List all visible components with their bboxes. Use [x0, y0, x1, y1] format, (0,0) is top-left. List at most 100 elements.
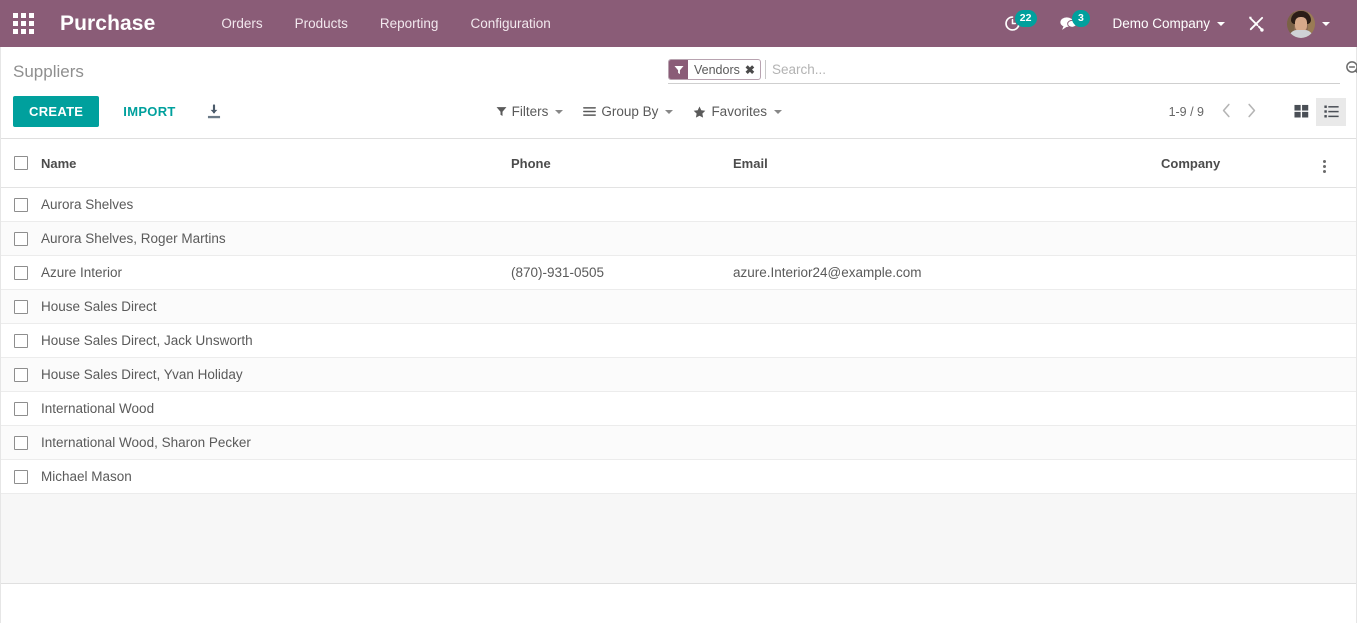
cell-name: International Wood, Sharon Pecker — [41, 425, 511, 460]
cell-company — [1161, 425, 1321, 460]
page-title: Suppliers — [13, 62, 84, 81]
main-menu: Orders Products Reporting Configuration — [205, 2, 566, 45]
search-facet-vendors[interactable]: Vendors ✖ — [668, 59, 761, 80]
filters-dropdown[interactable]: Filters — [486, 100, 574, 123]
pager-previous-button[interactable] — [1214, 101, 1239, 123]
cell-email — [733, 459, 1161, 494]
row-select-cell — [1, 323, 41, 358]
menu-item-orders[interactable]: Orders — [205, 2, 278, 45]
row-optional-cell — [1321, 221, 1356, 256]
column-header-email[interactable]: Email — [733, 139, 1161, 188]
row-select-checkbox[interactable] — [14, 435, 28, 450]
list-empty-area — [1, 494, 1356, 584]
top-navbar: Purchase Orders Products Reporting Confi… — [0, 0, 1357, 47]
list-view: Name Phone Email Company Aurora Shelves A… — [1, 139, 1356, 584]
cell-phone — [511, 391, 733, 426]
pager-range: 1-9 / 9 — [1168, 104, 1204, 119]
row-select-checkbox[interactable] — [14, 469, 28, 484]
cell-phone — [511, 357, 733, 392]
row-select-checkbox[interactable] — [14, 367, 28, 382]
cell-phone — [511, 425, 733, 460]
cell-name: Aurora Shelves, Roger Martins — [41, 221, 511, 256]
search-input[interactable] — [764, 60, 1340, 79]
row-select-checkbox[interactable] — [14, 299, 28, 314]
star-icon — [693, 106, 706, 118]
main-content: Suppliers Vendors ✖ Search... CREATE IMP… — [0, 47, 1357, 623]
cell-name: House Sales Direct — [41, 289, 511, 324]
cell-company — [1161, 459, 1321, 494]
cell-phone — [511, 221, 733, 256]
download-icon[interactable] — [202, 100, 226, 124]
suppliers-table: Name Phone Email Company Aurora Shelves A… — [1, 139, 1356, 494]
table-row[interactable]: House Sales Direct, Yvan Holiday — [1, 357, 1356, 392]
row-select-checkbox[interactable] — [14, 333, 28, 348]
favorites-label: Favorites — [711, 104, 767, 119]
row-select-checkbox[interactable] — [14, 401, 28, 416]
optional-columns-toggle[interactable] — [1321, 139, 1356, 188]
table-row[interactable]: International Wood — [1, 391, 1356, 426]
column-header-company[interactable]: Company — [1161, 139, 1321, 188]
groupby-label: Group By — [601, 104, 659, 119]
chevron-down-icon — [555, 109, 564, 114]
filter-funnel-icon — [669, 60, 688, 79]
page-bottom-divider — [1, 583, 1356, 584]
app-brand-title[interactable]: Purchase — [46, 12, 161, 36]
company-switcher[interactable]: Demo Company — [1101, 0, 1236, 47]
table-row[interactable]: House Sales Direct, Jack Unsworth — [1, 323, 1356, 358]
table-body: Aurora Shelves Aurora Shelves, Roger Mart… — [1, 187, 1356, 494]
messages-menu[interactable]: 3 — [1048, 0, 1101, 47]
favorites-dropdown[interactable]: Favorites — [683, 100, 792, 123]
cell-company — [1161, 357, 1321, 392]
cell-name: House Sales Direct, Jack Unsworth — [41, 323, 511, 358]
chevron-down-icon — [1217, 21, 1225, 26]
column-header-phone[interactable]: Phone — [511, 139, 733, 188]
row-select-checkbox[interactable] — [14, 197, 28, 212]
menu-item-configuration[interactable]: Configuration — [454, 2, 566, 45]
create-button[interactable]: CREATE — [13, 96, 100, 127]
apps-menu-button[interactable] — [0, 0, 46, 47]
filters-label: Filters — [511, 104, 549, 119]
cell-name: Michael Mason — [41, 459, 511, 494]
chevron-down-icon — [773, 109, 782, 114]
cell-company — [1161, 323, 1321, 358]
menu-item-products[interactable]: Products — [279, 2, 364, 45]
table-row[interactable]: Michael Mason — [1, 459, 1356, 494]
cell-name: Azure Interior — [41, 255, 511, 290]
systray: 22 3 Demo Company — [993, 0, 1347, 47]
table-header-row: Name Phone Email Company — [1, 139, 1356, 188]
row-select-checkbox[interactable] — [14, 231, 28, 246]
column-header-name[interactable]: Name — [41, 139, 511, 188]
table-row[interactable]: International Wood, Sharon Pecker — [1, 425, 1356, 460]
debug-menu[interactable] — [1236, 0, 1276, 47]
table-row[interactable]: House Sales Direct — [1, 289, 1356, 324]
cell-company — [1161, 289, 1321, 324]
user-menu[interactable] — [1276, 0, 1341, 47]
row-select-cell — [1, 255, 41, 290]
list-view-icon[interactable] — [1316, 97, 1346, 126]
groupby-dropdown[interactable]: Group By — [573, 100, 683, 123]
close-x-icon[interactable]: ✖ — [744, 60, 760, 79]
search-icon[interactable] — [1345, 60, 1357, 81]
table-row[interactable]: Azure Interior (870)-931-0505 azure.Interi… — [1, 255, 1356, 290]
cell-email: azure.Interior24@example.com — [733, 255, 1161, 290]
chevron-down-icon — [665, 109, 674, 114]
table-header: Name Phone Email Company — [1, 139, 1356, 188]
select-all-checkbox[interactable] — [14, 156, 28, 170]
row-select-checkbox[interactable] — [14, 265, 28, 280]
cell-name: International Wood — [41, 391, 511, 426]
pager-next-button[interactable] — [1239, 101, 1264, 123]
search-view: Vendors ✖ — [668, 59, 1357, 84]
row-optional-cell — [1321, 187, 1356, 222]
kanban-grid-icon[interactable] — [1286, 98, 1316, 126]
vertical-dots-icon — [1321, 158, 1328, 175]
activities-menu[interactable]: 22 — [993, 0, 1049, 47]
table-row[interactable]: Aurora Shelves — [1, 187, 1356, 222]
row-select-cell — [1, 187, 41, 222]
import-button[interactable]: IMPORT — [111, 96, 187, 127]
menu-item-reporting[interactable]: Reporting — [364, 2, 455, 45]
row-optional-cell — [1321, 255, 1356, 290]
select-all-header — [1, 139, 41, 188]
activities-count-badge: 22 — [1014, 10, 1038, 27]
row-optional-cell — [1321, 323, 1356, 358]
table-row[interactable]: Aurora Shelves, Roger Martins — [1, 221, 1356, 256]
